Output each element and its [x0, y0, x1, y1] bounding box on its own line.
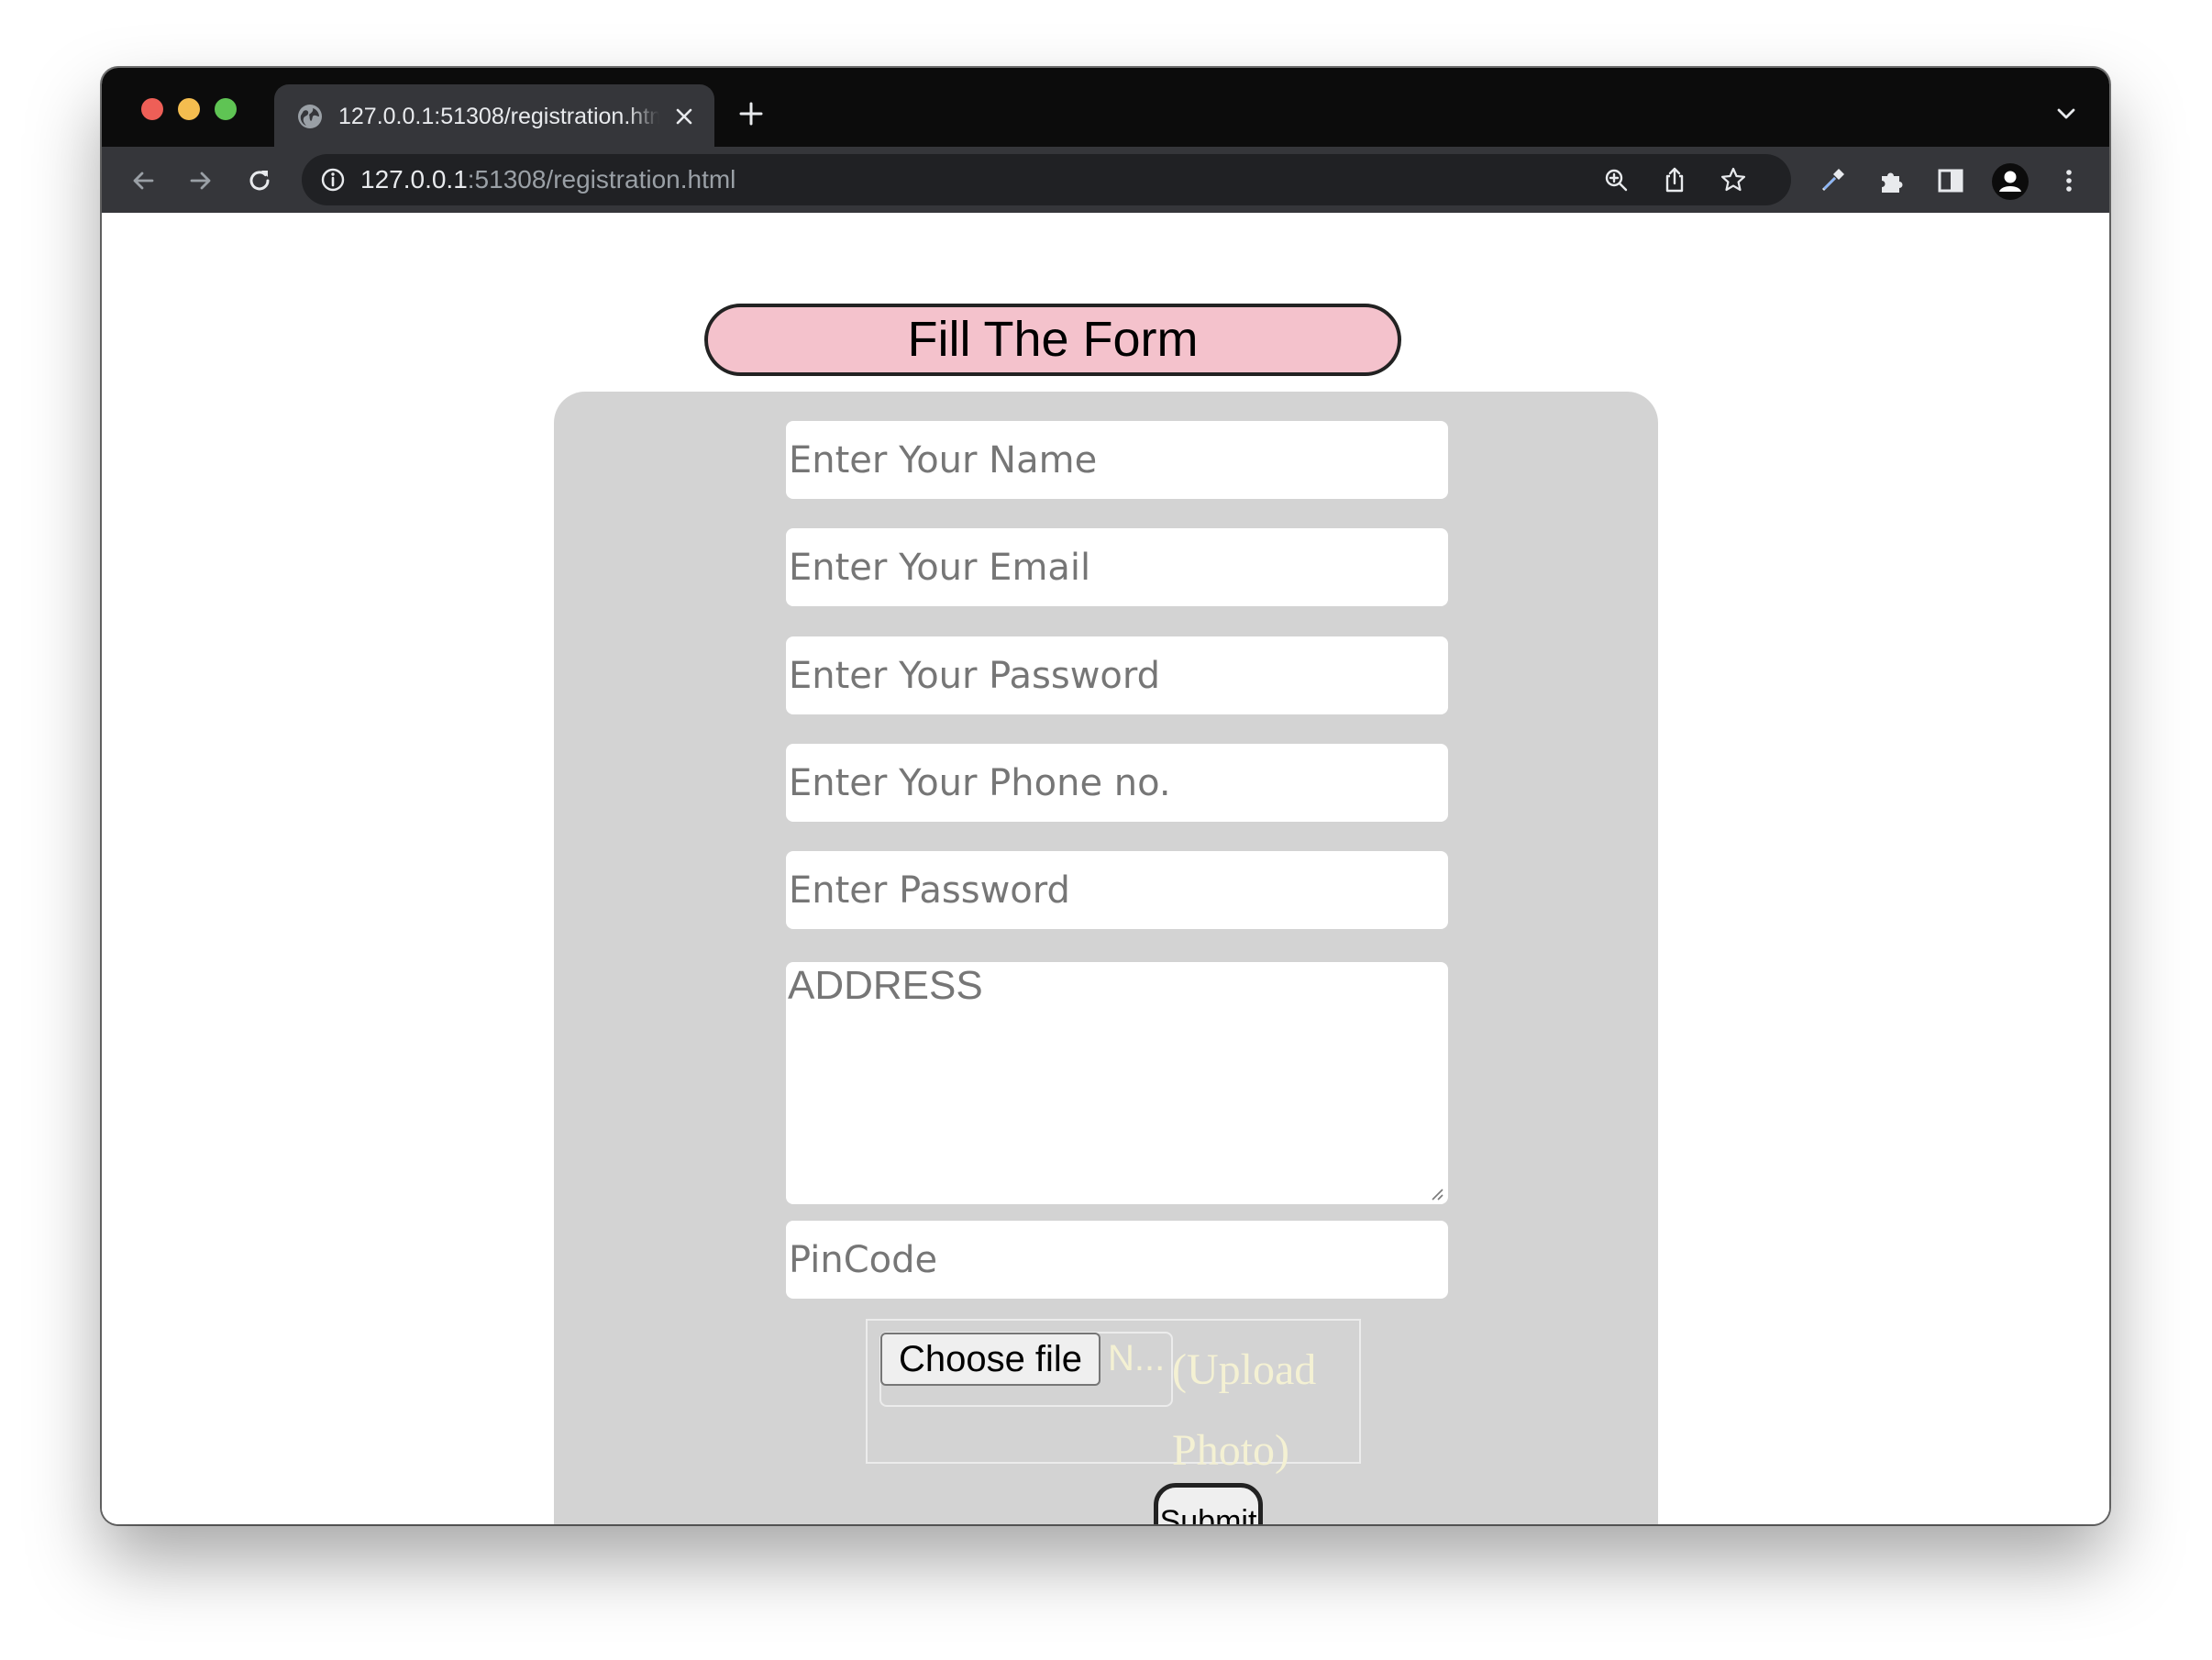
name-field[interactable]	[786, 421, 1448, 499]
zoom-icon[interactable]	[1602, 166, 1630, 194]
reload-icon[interactable]	[244, 165, 275, 196]
close-icon[interactable]	[674, 106, 694, 127]
globe-icon	[298, 105, 322, 128]
plus-icon[interactable]	[738, 101, 764, 127]
profile-icon[interactable]	[1991, 162, 2030, 201]
maximize-window-button[interactable]	[215, 98, 237, 120]
pincode-field[interactable]	[786, 1221, 1448, 1299]
confirm-password-field[interactable]	[786, 851, 1448, 929]
share-icon[interactable]	[1661, 166, 1688, 194]
resize-grip-icon[interactable]	[1429, 1186, 1443, 1201]
star-icon[interactable]	[1720, 166, 1747, 194]
back-arrow-icon[interactable]	[127, 165, 159, 196]
photo-upload-label: Choose file N... (Upload Photo)	[866, 1319, 1361, 1475]
upload-photo-label: (Upload Photo)	[1172, 1345, 1317, 1475]
address-bar[interactable]: 127.0.0.1:51308/registration.html	[302, 154, 1791, 205]
url-path: :51308/registration.html	[467, 165, 736, 194]
tab-title: 127.0.0.1:51308/registration.html	[338, 104, 659, 129]
phone-field[interactable]	[786, 744, 1448, 822]
kebab-menu-icon[interactable]	[2053, 165, 2085, 196]
submit-button[interactable]: Submit	[1154, 1483, 1263, 1524]
form-title: Fill The Form	[704, 304, 1401, 376]
password-field[interactable]	[786, 636, 1448, 714]
puzzle-icon[interactable]	[1876, 165, 1908, 196]
sidepanel-icon[interactable]	[1935, 165, 1966, 196]
page-content: Fill The Form Choose file N... (Upload P…	[102, 213, 2109, 1524]
email-field[interactable]	[786, 528, 1448, 606]
tab-strip: 127.0.0.1:51308/registration.html	[102, 68, 2109, 147]
active-tab[interactable]: 127.0.0.1:51308/registration.html	[274, 84, 714, 147]
chevron-down-icon[interactable]	[2055, 105, 2077, 123]
address-field[interactable]	[786, 962, 1448, 1204]
info-icon[interactable]	[320, 167, 346, 193]
browser-window: 127.0.0.1:51308/registration.html 127.0.…	[102, 68, 2109, 1524]
registration-form: Choose file N... (Upload Photo) Submit	[554, 392, 1658, 1524]
forward-arrow-icon[interactable]	[185, 165, 216, 196]
url-host: 127.0.0.1	[360, 165, 468, 194]
url-text[interactable]: 127.0.0.1:51308/registration.html	[360, 164, 735, 195]
minimize-window-button[interactable]	[178, 98, 200, 120]
browser-toolbar: 127.0.0.1:51308/registration.html	[102, 147, 2109, 213]
close-window-button[interactable]	[141, 98, 163, 120]
eyedropper-icon[interactable]	[1817, 165, 1848, 196]
